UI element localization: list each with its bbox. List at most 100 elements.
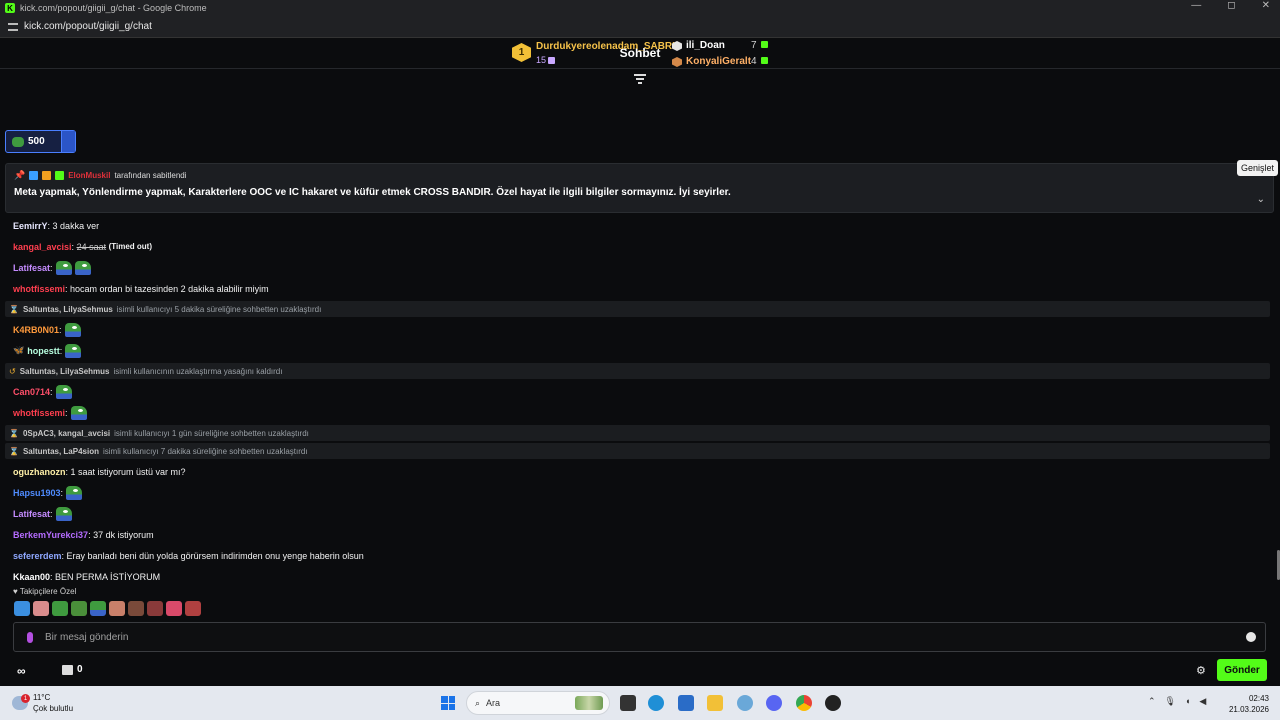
heart-icon: ♥ bbox=[13, 587, 18, 596]
task-view-icon[interactable] bbox=[620, 695, 636, 711]
store-icon[interactable] bbox=[62, 665, 73, 675]
butterfly-badge-icon: 🦋 bbox=[13, 345, 25, 355]
pepe-emote-icon bbox=[65, 343, 82, 358]
chevron-up-icon[interactable]: ⌃ bbox=[1148, 696, 1156, 707]
badge-icon bbox=[29, 171, 39, 180]
rank-one-badge-icon: 1 bbox=[512, 43, 531, 62]
message-input-placeholder[interactable]: Bir mesaj gönderin bbox=[45, 632, 128, 643]
pepe-emote-icon bbox=[55, 384, 72, 399]
chat-message: K4RB0N01: bbox=[5, 319, 1270, 340]
filter-icon[interactable] bbox=[634, 74, 646, 84]
file-explorer-icon[interactable] bbox=[707, 695, 723, 711]
message-username[interactable]: kangal_avcisi bbox=[13, 242, 72, 252]
weather-widget[interactable]: 1 11°C Çok bulutlu bbox=[12, 692, 73, 714]
windows-start-icon[interactable] bbox=[441, 696, 455, 710]
chat-message: kangal_avcisi: 24 saat (Timed out) bbox=[13, 241, 153, 252]
message-username[interactable]: BerkemYurekci37 bbox=[13, 530, 88, 540]
emote-icon[interactable] bbox=[147, 601, 163, 616]
emote-icon[interactable] bbox=[14, 601, 30, 616]
emote-icon[interactable] bbox=[71, 601, 87, 616]
goal-value: 500 bbox=[28, 136, 45, 147]
store-count: 0 bbox=[77, 664, 83, 675]
emote-icon[interactable] bbox=[166, 601, 182, 616]
emote-icon[interactable] bbox=[33, 601, 49, 616]
message-username[interactable]: sefererdem bbox=[13, 551, 62, 561]
chat-message: Can0714: bbox=[5, 381, 1270, 402]
pinned-by-suffix: tarafından sabitlendi bbox=[114, 171, 187, 180]
pin-icon: 📌 bbox=[14, 170, 26, 180]
pinned-message-text: Meta yapmak, Yönlendirme yapmak, Karakte… bbox=[14, 187, 731, 198]
kicks-icon bbox=[12, 136, 24, 147]
chat-message: EemirrY: 3 dakka ver bbox=[13, 220, 100, 231]
emote-icon[interactable] bbox=[52, 601, 68, 616]
message-username[interactable]: K4RB0N01 bbox=[13, 325, 59, 335]
gift-gem-icon bbox=[761, 41, 768, 48]
microphone-icon[interactable]: 🎙 bbox=[1165, 696, 1176, 707]
microphone-icon[interactable] bbox=[27, 631, 33, 643]
search-icon: ⌕ bbox=[475, 697, 481, 708]
emoji-picker-icon[interactable] bbox=[1246, 632, 1256, 642]
chat-message-input[interactable]: Bir mesaj gönderin bbox=[13, 622, 1266, 652]
emote-icon[interactable] bbox=[90, 601, 106, 616]
taskbar-search[interactable]: ⌕ Ara bbox=[466, 691, 610, 715]
message-username[interactable]: whotfissemi bbox=[13, 284, 65, 294]
message-username[interactable]: EemirrY bbox=[13, 221, 48, 231]
chat-message: oguzhanozn: 1 saat istiyorum üstü var mı… bbox=[13, 466, 186, 477]
pepe-emote-icon bbox=[74, 260, 91, 275]
chat-message: sefererdem: Eray banladı beni dün yolda … bbox=[13, 550, 364, 561]
volume-icon[interactable]: ◀ bbox=[1199, 696, 1206, 707]
edge-icon[interactable] bbox=[648, 695, 664, 711]
message-text: 1 saat istiyorum üstü var mı? bbox=[70, 466, 186, 477]
message-username[interactable]: whotfissemi bbox=[13, 408, 65, 418]
store-app-icon[interactable] bbox=[678, 695, 694, 711]
leaderboard-third-count: 4 bbox=[751, 56, 757, 67]
app-icon[interactable] bbox=[825, 695, 841, 711]
taskbar-clock[interactable]: 02:43 21.03.2026 bbox=[1227, 693, 1269, 715]
network-icon[interactable]: ◖ bbox=[1185, 696, 1190, 707]
follower-only-label: ♥ Takipçilere Özel bbox=[13, 587, 76, 596]
pinned-by-user[interactable]: ElonMuskil bbox=[68, 171, 110, 180]
message-text: 37 dk istiyorum bbox=[93, 529, 154, 540]
app-icon[interactable] bbox=[737, 695, 753, 711]
emote-icon[interactable] bbox=[128, 601, 144, 616]
message-username[interactable]: hopestt bbox=[27, 346, 60, 356]
message-username[interactable]: Latifesat bbox=[13, 509, 50, 519]
hourglass-icon: ⌛ bbox=[9, 446, 19, 456]
message-username[interactable]: Hapsu1903 bbox=[13, 488, 61, 498]
chrome-icon[interactable] bbox=[796, 695, 812, 711]
message-username[interactable]: Kkaan00 bbox=[13, 572, 50, 582]
emote-quickbar bbox=[14, 601, 201, 616]
leaderboard-first-count: 15 bbox=[536, 55, 547, 65]
message-username[interactable]: oguzhanozn bbox=[13, 467, 66, 477]
gear-icon[interactable]: ⚙ bbox=[1196, 664, 1206, 677]
windows-taskbar: 1 11°C Çok bulutlu ⌕ Ara ⌃ 🎙 ◖ ◀ 02:43 2… bbox=[0, 686, 1280, 720]
chat-message: BerkemYurekci37: 37 dk istiyorum bbox=[13, 529, 154, 540]
kicks-goal-badge[interactable]: 500 bbox=[5, 130, 76, 153]
gift-gem-icon bbox=[548, 57, 555, 64]
pepe-emote-icon bbox=[55, 260, 72, 275]
hourglass-icon: ⌛ bbox=[9, 304, 19, 314]
leaderboard-second-name[interactable]: ili_Doan bbox=[686, 40, 725, 51]
search-highlight-icon bbox=[575, 696, 603, 710]
moderation-users: Saltuntas, LilyaSehmus bbox=[22, 304, 113, 314]
discord-icon[interactable] bbox=[766, 695, 782, 711]
message-username[interactable]: Latifesat bbox=[13, 263, 50, 273]
message-text: Eray banladı beni dün yolda görürsem ind… bbox=[66, 550, 364, 561]
leaderboard-third-name[interactable]: KonyaliGeralt bbox=[686, 56, 751, 67]
send-button[interactable]: Gönder bbox=[1217, 659, 1267, 681]
message-username[interactable]: Can0714 bbox=[13, 387, 50, 397]
kick-chat-popout: Sohbet 1 Durdukyereolenadam_SABRI 15 ili… bbox=[0, 38, 1280, 686]
pinned-message[interactable]: 📌 ElonMuskil tarafından sabitlendi Meta … bbox=[5, 163, 1274, 213]
leaderboard-first-name[interactable]: Durdukyereolenadam_SABRI bbox=[536, 41, 675, 52]
emote-icon[interactable] bbox=[109, 601, 125, 616]
pepe-emote-icon bbox=[66, 485, 83, 500]
moderation-notice: ⌛ Saltuntas, LaP4sion isimli kullanıcıyı… bbox=[5, 443, 1270, 459]
kicks-infinity-icon[interactable]: ∞ bbox=[17, 664, 26, 678]
chat-message: Kkaan00: BEN PERMA İSTİYORUM bbox=[13, 571, 161, 582]
rank-three-badge-icon bbox=[672, 57, 682, 67]
moderation-users: Saltuntas, LilyaSehmus bbox=[19, 366, 110, 376]
emote-icon[interactable] bbox=[185, 601, 201, 616]
moderation-text: isimli kullanıcıyı 5 dakika süreliğine s… bbox=[116, 304, 322, 314]
moderation-text: isimli kullanıcıyı 7 dakika süreliğine s… bbox=[103, 446, 308, 456]
chevron-down-icon[interactable]: ⌄ bbox=[1257, 194, 1265, 205]
